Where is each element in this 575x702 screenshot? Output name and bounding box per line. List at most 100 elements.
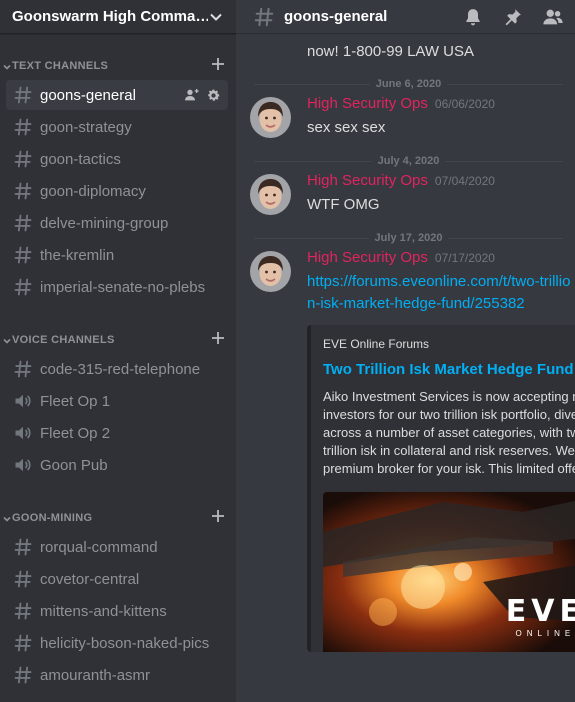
- message: High Security Ops 07/04/2020 WTF OMG: [236, 172, 575, 216]
- hash-icon: [12, 536, 34, 558]
- channel-item[interactable]: goon-diplomacy: [6, 176, 228, 206]
- channel-item[interactable]: goon-strategy: [6, 112, 228, 142]
- channel-item[interactable]: helicity-boson-naked-pics: [6, 628, 228, 658]
- category-label: TEXT CHANNELS: [12, 60, 109, 72]
- channel-name: rorqual-command: [40, 538, 158, 556]
- guild-name: Goonswarm High Comma…: [12, 8, 208, 25]
- speaker-icon: [12, 454, 34, 476]
- channel-item[interactable]: delve-mining-group: [6, 208, 228, 238]
- category-label: VOICE CHANNELS: [12, 334, 115, 346]
- channel-name: goon-diplomacy: [40, 182, 146, 200]
- message-author[interactable]: High Security Ops: [307, 95, 428, 112]
- channel-name: imperial-senate-no-plebs: [40, 278, 206, 296]
- channel-header: goons-general: [236, 0, 575, 34]
- date-divider-label: July 4, 2020: [371, 155, 446, 167]
- hash-icon: [12, 358, 34, 380]
- hash-icon: [12, 632, 34, 654]
- channel-item[interactable]: rorqual-command: [6, 532, 228, 562]
- category-header[interactable]: VOICE CHANNELS: [0, 318, 236, 352]
- channel-list: TEXT CHANNELS goons-general goon-strategy g…: [0, 44, 236, 690]
- speaker-icon: [12, 422, 34, 444]
- message-link[interactable]: https://forums.eveonline.com/t/two-trill…: [307, 271, 573, 315]
- chevron-down-icon[interactable]: [2, 514, 12, 524]
- category-header[interactable]: TEXT CHANNELS: [0, 44, 236, 78]
- eve-logo-subtext: ONLINE: [515, 629, 575, 638]
- message-text: sex sex sex: [307, 119, 386, 136]
- embed-image[interactable]: EVE ONLINE: [323, 492, 575, 652]
- message-timestamp: 07/04/2020: [434, 174, 495, 188]
- channel-name: Fleet Op 2: [40, 424, 111, 442]
- channel-item[interactable]: goons-general: [6, 80, 228, 110]
- channel-item[interactable]: Fleet Op 1: [6, 386, 228, 416]
- channel-name: the-kremlin: [40, 246, 115, 264]
- message: High Security Ops 06/06/2020 sex sex sex: [236, 95, 575, 139]
- eve-logo-text: EVE: [505, 594, 575, 629]
- avatar[interactable]: [250, 97, 291, 138]
- date-divider: July 4, 2020: [254, 152, 563, 170]
- message-continuation: now! 1-800-99 LAW USA: [307, 43, 475, 60]
- link-embed: EVE Online Forums Two Trillion Isk Marke…: [307, 325, 575, 652]
- channel-name: Fleet Op 1: [40, 392, 111, 410]
- hash-icon: [12, 664, 34, 686]
- channel-item[interactable]: covetor-central: [6, 564, 228, 594]
- create-channel-icon[interactable]: [210, 508, 226, 524]
- message-author[interactable]: High Security Ops: [307, 249, 428, 266]
- hash-icon: [12, 180, 34, 202]
- channel-name: goon-tactics: [40, 150, 121, 168]
- channel-name: delve-mining-group: [40, 214, 169, 232]
- add-member-icon[interactable]: [183, 86, 201, 104]
- message-text: WTF OMG: [307, 196, 380, 213]
- hash-icon: [12, 568, 34, 590]
- category-label: GOON-MINING: [12, 512, 93, 524]
- date-divider-label: June 6, 2020: [369, 78, 448, 90]
- channel-title: goons-general: [284, 8, 388, 25]
- channel-item[interactable]: mittens-and-kittens: [6, 596, 228, 626]
- channel-name: goons-general: [40, 86, 136, 104]
- hash-icon: [12, 212, 34, 234]
- chevron-down-icon[interactable]: [208, 9, 224, 25]
- pin-icon[interactable]: [501, 5, 525, 29]
- channel-item[interactable]: Goon Pub: [6, 450, 228, 480]
- message-author[interactable]: High Security Ops: [307, 172, 428, 189]
- hash-icon: [12, 276, 34, 298]
- channel-name: goon-strategy: [40, 118, 132, 136]
- date-divider: July 17, 2020: [254, 229, 563, 247]
- embed-provider[interactable]: EVE Online Forums: [323, 337, 575, 351]
- create-channel-icon[interactable]: [210, 56, 226, 72]
- category-header[interactable]: GOON-MINING: [0, 496, 236, 530]
- create-channel-icon[interactable]: [210, 330, 226, 346]
- channel-item[interactable]: imperial-senate-no-plebs: [6, 272, 228, 302]
- chevron-down-icon[interactable]: [2, 62, 12, 72]
- channel-name: mittens-and-kittens: [40, 602, 167, 620]
- channel-item[interactable]: code-315-red-telephone: [6, 354, 228, 384]
- avatar[interactable]: [250, 174, 291, 215]
- hash-icon: [12, 84, 34, 106]
- channel-item[interactable]: the-kremlin: [6, 240, 228, 270]
- message-timestamp: 06/06/2020: [434, 97, 495, 111]
- bell-icon[interactable]: [461, 5, 485, 29]
- channel-name: covetor-central: [40, 570, 140, 588]
- channel-item[interactable]: Fleet Op 2: [6, 418, 228, 448]
- channel-item[interactable]: amouranth-asmr: [6, 660, 228, 690]
- channel-name: Goon Pub: [40, 456, 108, 474]
- hash-icon: [12, 244, 34, 266]
- embed-title[interactable]: Two Trillion Isk Market Hedge Fund: [323, 361, 575, 378]
- hash-icon: [12, 116, 34, 138]
- date-divider: June 6, 2020: [254, 75, 563, 93]
- channel-name: code-315-red-telephone: [40, 360, 201, 378]
- hash-icon: [252, 5, 276, 29]
- hash-icon: [12, 600, 34, 622]
- gear-icon[interactable]: [204, 86, 222, 104]
- message-list: now! 1-800-99 LAW USA June 6, 2020 High …: [236, 34, 575, 652]
- members-icon[interactable]: [541, 5, 565, 29]
- chat-area: goons-general now! 1-800-99 LAW USA June…: [236, 0, 575, 702]
- channel-sidebar: Goonswarm High Comma… TEXT CHANNELS goons…: [0, 0, 236, 702]
- channel-name: helicity-boson-naked-pics: [40, 634, 210, 652]
- date-divider-label: July 17, 2020: [368, 232, 449, 244]
- eve-online-logo: EVE ONLINE: [505, 594, 575, 639]
- guild-header[interactable]: Goonswarm High Comma…: [0, 0, 236, 34]
- chevron-down-icon[interactable]: [2, 336, 12, 346]
- channel-name: amouranth-asmr: [40, 666, 151, 684]
- avatar[interactable]: [250, 251, 291, 292]
- channel-item[interactable]: goon-tactics: [6, 144, 228, 174]
